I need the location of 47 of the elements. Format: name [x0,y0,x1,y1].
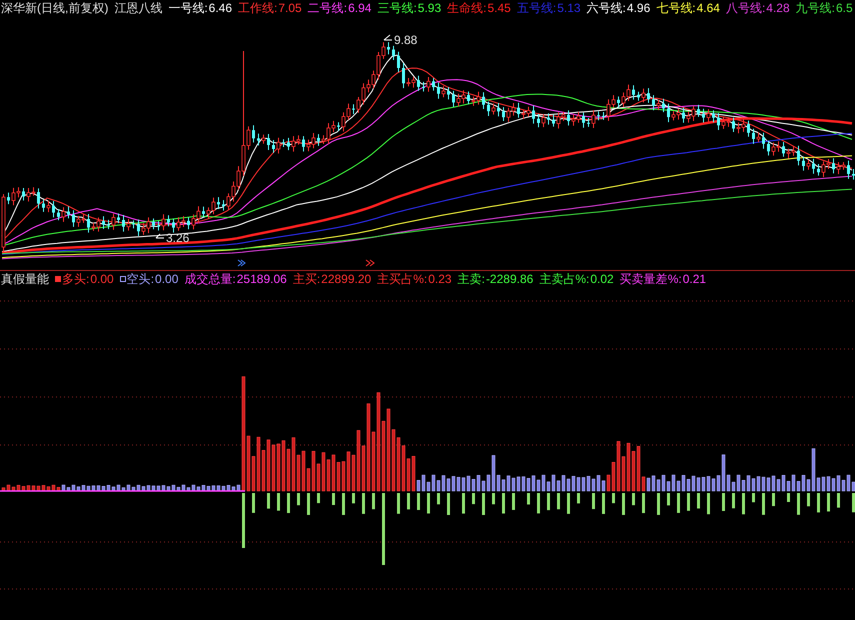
high-marker-icon [384,34,392,40]
high-price-label: 9.88 [394,33,418,47]
volume-label: 主卖占%: [539,271,590,287]
line-value: 4.64 [696,0,720,16]
volume-value: 0.23 [428,271,452,287]
volume-label: 主买: [292,271,320,287]
indicator-name: 江恩八线 [114,0,162,16]
volume-label: 主卖: [458,271,485,287]
line-value: 6.5 [836,0,853,16]
line-value: 5.13 [557,0,581,16]
volume-label: 主买占%: [377,271,428,287]
line-label: 生命线: [447,0,486,16]
line-label: 七号线: [656,0,696,16]
volume-label: 多头: [62,271,90,287]
line-value: 5.45 [487,0,511,16]
volume-value: 25189.06 [236,271,287,287]
line-label: 九号线: [796,0,835,16]
volume-value: -2289.86 [486,271,534,287]
volume-label: 空头: [126,271,154,287]
line-value: 6.94 [348,0,372,16]
line-label: 工作线: [238,0,278,16]
volume-value: 0.02 [590,271,614,287]
hollow-square-icon [120,276,126,282]
line-value: 5.93 [418,0,442,16]
arrow-marker-icon [238,260,246,266]
line-label: 五号线: [516,0,556,16]
line-value: 4.96 [626,0,650,16]
volume-label: 买卖量差%: [620,271,682,287]
line-label: 三号线: [377,0,417,16]
volume-value: 22899.20 [321,271,372,287]
line-label: 二号线: [308,0,348,16]
volume-value: 0.00 [90,271,114,287]
line-label: 六号线: [586,0,626,16]
arrow-marker-icon [366,260,375,266]
line-label: 一号线: [168,0,208,16]
low-price-label: 3.26 [166,231,190,245]
line-value: 4.28 [766,0,790,16]
line-label: 八号线: [726,0,766,16]
line-value: 6.46 [208,0,232,16]
low-marker-icon [156,234,164,238]
filled-square-icon [55,276,61,282]
stock-title: 深华新(日线,前复权) [1,0,108,16]
volume-value: 0.21 [682,271,706,287]
line-value: 7.05 [278,0,302,16]
volume-label: 成交总量: [184,271,236,287]
volume-value: 0.00 [155,271,178,287]
indicator-name: 真假量能 [1,271,49,287]
